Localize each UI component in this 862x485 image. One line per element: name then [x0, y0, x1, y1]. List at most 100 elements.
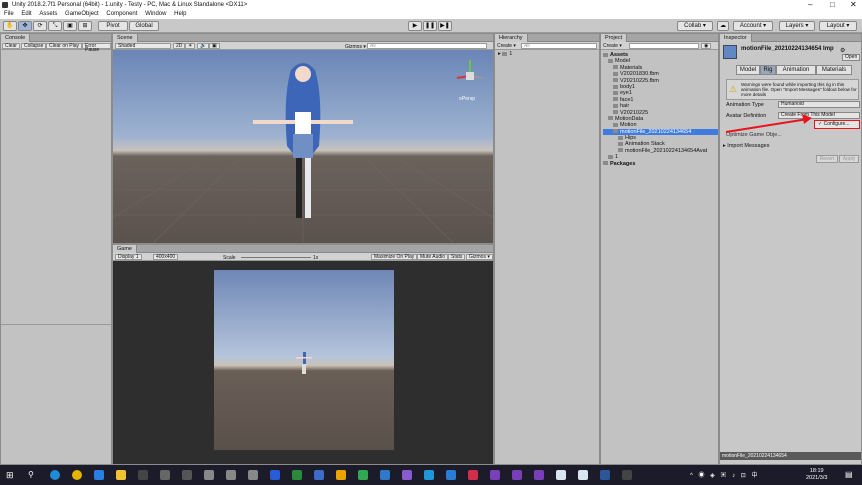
game-gizmos-dropdown[interactable]: Gizmos ▾	[466, 254, 493, 260]
tab-animation[interactable]: Animation	[776, 65, 816, 75]
pivot-toggle[interactable]: Pivot	[98, 21, 128, 31]
account-dropdown[interactable]: Account ▾	[733, 21, 773, 31]
app-icon[interactable]	[292, 470, 302, 480]
pause-button[interactable]: ❚❚	[423, 21, 437, 31]
play-button[interactable]: ▶	[408, 21, 422, 31]
menu-window[interactable]: Window	[145, 11, 166, 17]
layers-dropdown[interactable]: Layers ▾	[779, 21, 815, 31]
edge-icon[interactable]	[50, 470, 60, 480]
filter-icon[interactable]: ◉	[701, 43, 712, 49]
tab-inspector[interactable]: Inspector	[720, 34, 752, 42]
menu-assets[interactable]: Assets	[39, 11, 57, 17]
app-icon[interactable]	[402, 470, 412, 480]
step-button[interactable]: ▶❚	[438, 21, 452, 31]
scale-slider[interactable]	[241, 257, 311, 258]
hand-tool-icon[interactable]: ✋	[3, 21, 17, 31]
resolution-dropdown[interactable]: 400x400	[153, 254, 179, 260]
audio-icon[interactable]: 🔊	[197, 43, 210, 49]
mute-audio-button[interactable]: Mute Audio	[417, 254, 449, 260]
scene-viewport[interactable]: ≡Persp	[113, 50, 493, 243]
tab-model[interactable]: Model	[736, 65, 760, 75]
project-item[interactable]: Packages	[603, 161, 718, 167]
start-icon[interactable]: ⊞	[6, 470, 16, 480]
move-tool-icon[interactable]: ✥	[18, 21, 32, 31]
error-pause-button[interactable]: Error Pause	[82, 43, 111, 53]
tab-game[interactable]: Game	[113, 245, 137, 253]
clear-button[interactable]: Clear	[2, 43, 20, 49]
app-icon[interactable]	[314, 470, 324, 480]
app-icon[interactable]	[248, 470, 258, 480]
search-icon[interactable]: ⚲	[28, 470, 38, 480]
app-icon[interactable]	[204, 470, 214, 480]
global-toggle[interactable]: Global	[129, 21, 159, 31]
scale-tool-icon[interactable]: ⤡	[48, 21, 62, 31]
display-dropdown[interactable]: Display 1	[115, 254, 142, 260]
app-icon[interactable]	[468, 470, 478, 480]
menu-file[interactable]: File	[4, 11, 14, 17]
menu-component[interactable]: Component	[106, 11, 137, 17]
app-icon[interactable]	[138, 470, 148, 480]
clear-on-play-button[interactable]: Clear on Play	[46, 43, 83, 49]
cloud-icon[interactable]: ☁	[717, 21, 729, 31]
menu-gameobject[interactable]: GameObject	[65, 11, 99, 17]
word-icon[interactable]	[600, 470, 610, 480]
close-icon[interactable]: ✕	[850, 0, 857, 10]
revert-button[interactable]: Revert	[816, 155, 838, 163]
rect-tool-icon[interactable]: ▣	[63, 21, 77, 31]
app-icon[interactable]	[270, 470, 280, 480]
rotate-tool-icon[interactable]: ⟳	[33, 21, 47, 31]
shading-dropdown[interactable]: Shaded	[115, 43, 171, 49]
stats-button[interactable]: Stats	[448, 254, 466, 260]
project-search-input[interactable]	[629, 43, 699, 49]
app-icon[interactable]	[490, 470, 500, 480]
unity-icon[interactable]	[160, 470, 170, 480]
maximize-on-play-button[interactable]: Maximize On Play	[371, 254, 418, 260]
app-icon[interactable]	[336, 470, 346, 480]
tab-rig[interactable]: Rig	[760, 65, 776, 75]
unity-icon[interactable]	[622, 470, 632, 480]
collapse-button[interactable]: Collapse	[21, 43, 47, 49]
tray-icons[interactable]: ^ ◉ ◈ ▣ ♪ ⊡ 中	[690, 470, 759, 479]
scene-gizmo-icon[interactable]: ≡Persp	[453, 56, 487, 106]
notification-icon[interactable]: ▤	[845, 470, 853, 479]
transform-tool-icon[interactable]: ⊞	[78, 21, 92, 31]
hierarchy-create-button[interactable]: Create ▾	[497, 42, 516, 50]
app-icon[interactable]	[182, 470, 192, 480]
tab-scene[interactable]: Scene	[113, 34, 138, 42]
lighting-icon[interactable]: ☀	[185, 43, 196, 49]
app-icon[interactable]	[446, 470, 456, 480]
app-icon[interactable]	[578, 470, 588, 480]
menu-help[interactable]: Help	[174, 11, 186, 17]
collab-button[interactable]: Collab ▾	[677, 21, 713, 31]
animation-type-dropdown[interactable]: Humanoid	[778, 101, 860, 108]
tab-materials[interactable]: Materials	[816, 65, 852, 75]
mode2d-toggle[interactable]: 2D	[173, 43, 186, 49]
project-create-button[interactable]: Create ▾	[603, 42, 622, 50]
open-button[interactable]: Open	[842, 54, 861, 61]
maximize-icon[interactable]: □	[830, 0, 835, 10]
tab-hierarchy[interactable]: Hierarchy	[495, 34, 528, 42]
project-item[interactable]: motionFile_20210224134654Avat	[603, 148, 718, 154]
hierarchy-root-item[interactable]: ▸ 1	[498, 51, 512, 57]
menu-edit[interactable]: Edit	[21, 11, 31, 17]
app-icon[interactable]	[534, 470, 544, 480]
character-model[interactable]	[243, 56, 363, 243]
hierarchy-search-input[interactable]: All	[521, 43, 597, 49]
configure-button[interactable]: ✓ Configure...	[814, 120, 860, 129]
effects-icon[interactable]: ▣	[209, 43, 220, 49]
tab-console[interactable]: Console	[1, 34, 31, 42]
game-viewport[interactable]	[214, 270, 394, 450]
apply-button[interactable]: Apply	[839, 155, 859, 163]
layout-dropdown[interactable]: Layout ▾	[819, 21, 857, 31]
import-messages-foldout[interactable]: ▸ Import Messages	[723, 143, 769, 149]
clock[interactable]: 18:19 2021/3/3	[806, 468, 827, 481]
chrome-icon[interactable]	[72, 470, 82, 480]
app-icon[interactable]	[424, 470, 434, 480]
app-icon[interactable]	[512, 470, 522, 480]
settings-icon[interactable]: ⚙	[840, 47, 845, 54]
minimize-icon[interactable]: –	[808, 0, 812, 10]
tab-project[interactable]: Project	[601, 34, 628, 42]
folder-icon[interactable]	[116, 470, 126, 480]
app-icon[interactable]	[556, 470, 566, 480]
scene-search-input[interactable]: All	[367, 43, 487, 49]
